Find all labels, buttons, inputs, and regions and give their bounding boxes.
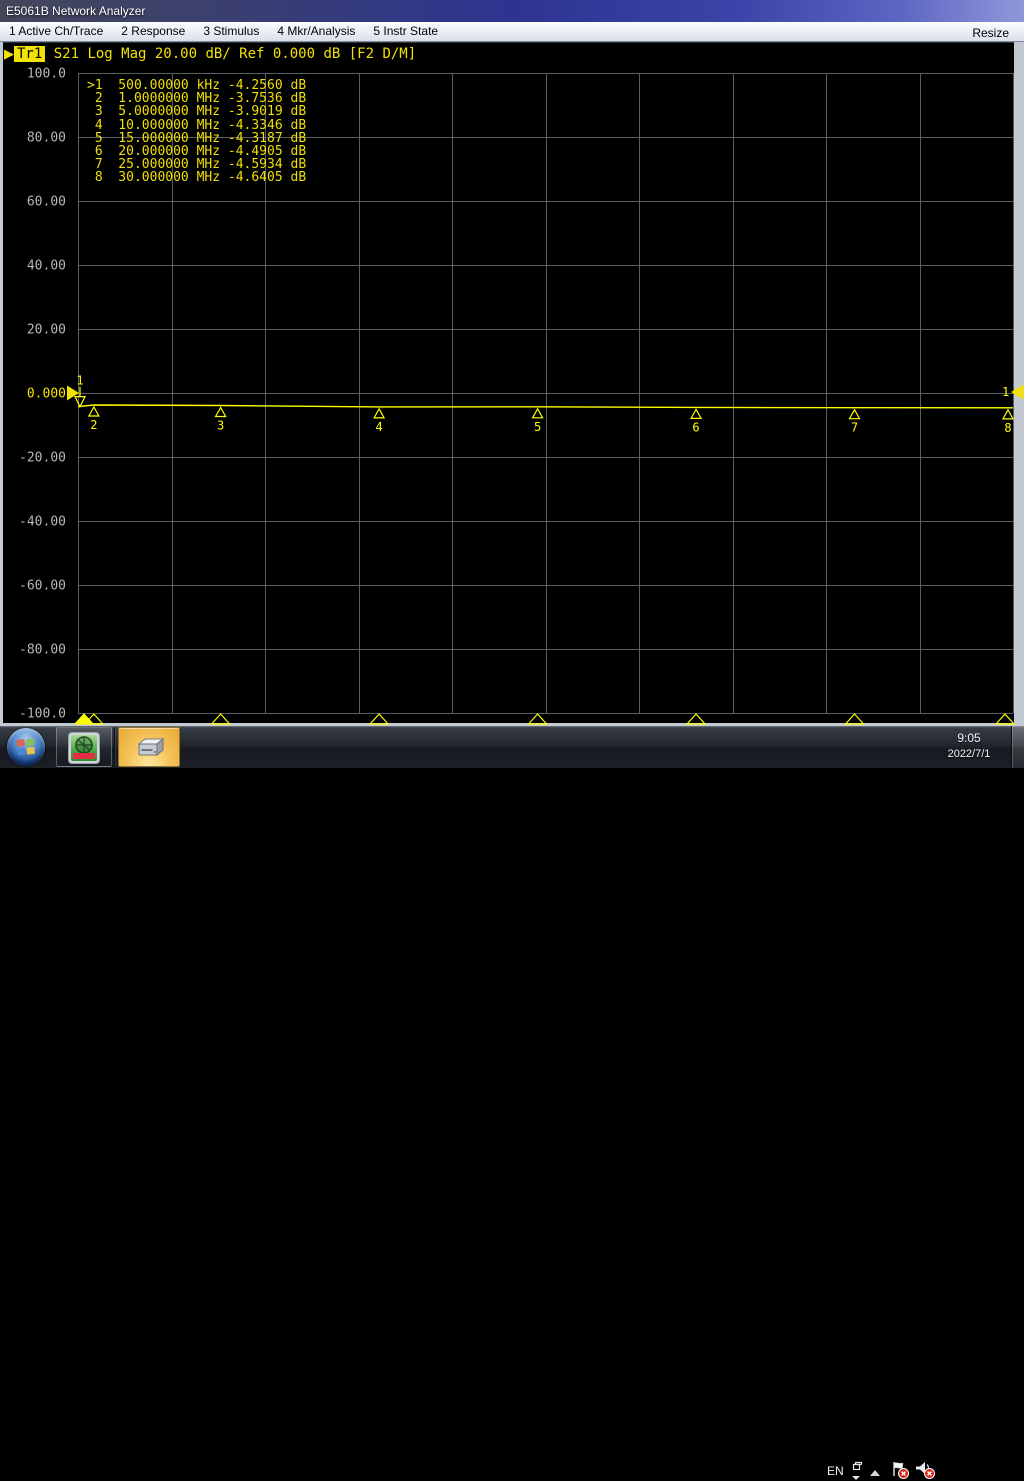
clock-date: 2022/7/1 — [938, 748, 1000, 760]
action-center-flag-icon[interactable] — [890, 1460, 910, 1480]
menu-item-3[interactable]: 3 Stimulus — [194, 22, 268, 41]
window-title: E5061B Network Analyzer — [6, 4, 145, 18]
app-window: E5061B Network Analyzer 1 Active Ch/Trac… — [0, 0, 1024, 726]
trace-status-text: S21 Log Mag 20.00 dB/ Ref 0.000 dB [F2 D… — [45, 46, 416, 62]
taskbar: EN 9:05 2022/7/1 — [0, 726, 1024, 768]
marker-table: >1 500.00000 kHz -4.2560 dB 2 1.0000000 … — [87, 79, 306, 185]
clock-time: 9:05 — [938, 731, 1000, 745]
titlebar[interactable]: E5061B Network Analyzer — [0, 0, 1024, 22]
removable-drive-icon — [134, 736, 166, 760]
network-analyzer-icon — [68, 732, 100, 764]
trace-name-badge[interactable]: Tr1 — [14, 46, 45, 62]
trace-status-bar[interactable]: ▶Tr1 S21 Log Mag 20.00 dB/ Ref 0.000 dB … — [4, 46, 416, 64]
active-trace-pointer-icon: ▶ — [4, 47, 14, 62]
taskbar-button-network-analyzer[interactable] — [56, 727, 112, 767]
taskbar-divider — [114, 728, 115, 766]
language-bar-restore-icon[interactable] — [851, 1461, 865, 1473]
menu-item-1[interactable]: 1 Active Ch/Trace — [0, 22, 112, 41]
menu-item-resize[interactable]: Resize — [963, 24, 1018, 43]
volume-muted-icon[interactable] — [914, 1460, 936, 1480]
marker-readout-row: 8 30.000000 MHz -4.6405 dB — [87, 171, 306, 184]
menu-items: 1 Active Ch/Trace2 Response3 Stimulus4 M… — [0, 24, 447, 38]
menubar: 1 Active Ch/Trace2 Response3 Stimulus4 M… — [0, 22, 1024, 42]
language-options-caret-icon[interactable] — [851, 1475, 861, 1481]
start-button[interactable] — [7, 728, 45, 766]
show-desktop-button[interactable] — [1011, 726, 1024, 768]
screen: E5061B Network Analyzer 1 Active Ch/Trac… — [0, 0, 1024, 768]
marker-readout-row: 4 10.000000 MHz -4.3346 dB — [87, 119, 306, 132]
marker-readout-row: 3 5.0000000 MHz -3.9019 dB — [87, 105, 306, 118]
language-indicator[interactable]: EN — [827, 1464, 844, 1478]
taskbar-button-removable-drive[interactable] — [118, 727, 180, 767]
menu-item-2[interactable]: 2 Response — [112, 22, 194, 41]
menu-item-5[interactable]: 5 Instr State — [364, 22, 447, 41]
show-hidden-icons-arrow-icon[interactable] — [868, 1469, 882, 1477]
windows-flag-icon — [16, 738, 36, 756]
menu-item-4[interactable]: 4 Mkr/Analysis — [268, 22, 364, 41]
clock[interactable]: 9:05 2022/7/1 — [938, 731, 1000, 760]
